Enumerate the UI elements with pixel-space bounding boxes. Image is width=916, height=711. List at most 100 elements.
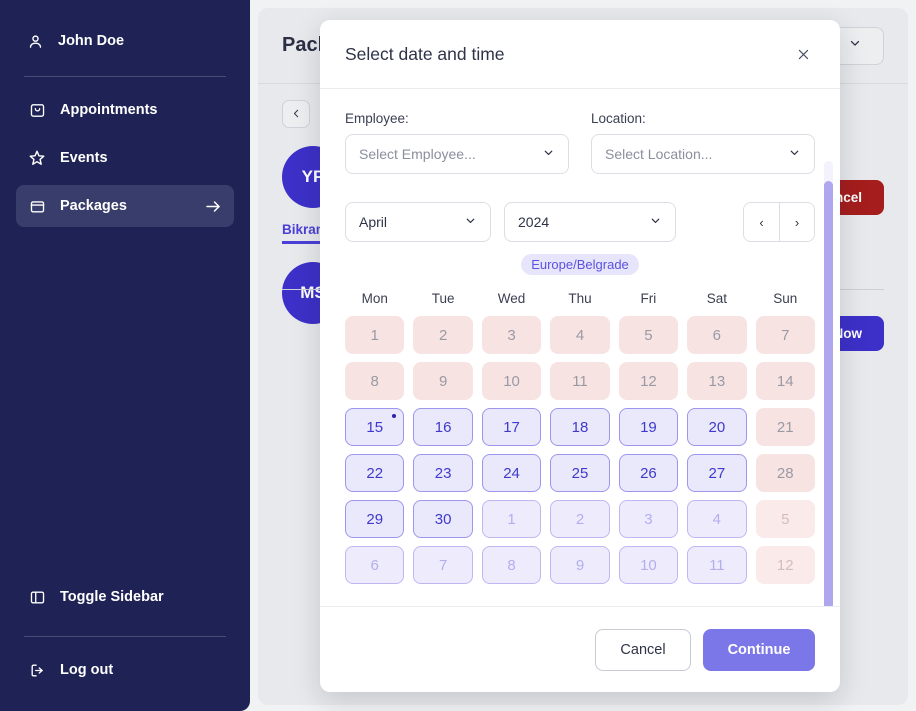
calendar-day[interactable]: 16 bbox=[413, 408, 472, 446]
sidebar-item-events[interactable]: Events bbox=[16, 137, 234, 179]
calendar-day[interactable]: 23 bbox=[413, 454, 472, 492]
calendar-day-number: 23 bbox=[435, 465, 452, 482]
calendar-day-number: 29 bbox=[366, 511, 383, 528]
calendar-day-number: 5 bbox=[644, 327, 652, 344]
calendar-day[interactable]: 17 bbox=[482, 408, 541, 446]
calendar-day: 7 bbox=[756, 316, 815, 354]
modal-title: Select date and time bbox=[345, 44, 505, 65]
calendar-day-number: 26 bbox=[640, 465, 657, 482]
month-arrows: ‹ › bbox=[743, 202, 815, 242]
year-select[interactable]: 2024 bbox=[504, 202, 676, 242]
calendar-day-number: 27 bbox=[709, 465, 726, 482]
calendar-day: 5 bbox=[619, 316, 678, 354]
sidebar-item-logout[interactable]: Log out bbox=[16, 649, 234, 691]
chevron-down-icon bbox=[848, 36, 862, 55]
calendar-day: 12 bbox=[619, 362, 678, 400]
calendar-day[interactable]: 29 bbox=[345, 500, 404, 538]
appointments-icon bbox=[28, 101, 46, 119]
calendar-day-number: 8 bbox=[507, 557, 515, 574]
sidebar-item-label: Appointments bbox=[60, 102, 157, 118]
calendar-day-number: 11 bbox=[709, 557, 725, 574]
calendar-day-number: 1 bbox=[371, 327, 379, 344]
calendar-day[interactable]: 22 bbox=[345, 454, 404, 492]
sidebar-item-toggle-sidebar[interactable]: Toggle Sidebar bbox=[16, 576, 234, 618]
calendar-day-number: 7 bbox=[439, 557, 447, 574]
calendar-weekday: Mon bbox=[345, 291, 404, 308]
cancel-button[interactable]: Cancel bbox=[595, 629, 691, 671]
calendar-day: 4 bbox=[550, 316, 609, 354]
modal-scrollbar[interactable] bbox=[824, 161, 833, 606]
calendar-days-grid: 1234567891011121314151617181920212223242… bbox=[345, 316, 815, 584]
calendar-day[interactable]: 1 bbox=[482, 500, 541, 538]
calendar-day[interactable]: 30 bbox=[413, 500, 472, 538]
calendar-day[interactable]: 10 bbox=[619, 546, 678, 584]
sidebar: John Doe Appointments Events Packages bbox=[0, 0, 250, 711]
prev-page-button[interactable] bbox=[282, 100, 310, 128]
employee-label: Employee: bbox=[345, 111, 569, 126]
calendar-day: 14 bbox=[756, 362, 815, 400]
chevron-down-icon bbox=[464, 214, 477, 230]
calendar-day[interactable]: 15 bbox=[345, 408, 404, 446]
calendar-day[interactable]: 3 bbox=[619, 500, 678, 538]
calendar-weekday-header: MonTueWedThuFriSatSun bbox=[345, 291, 815, 308]
calendar-weekday: Sun bbox=[756, 291, 815, 308]
calendar-day[interactable]: 19 bbox=[619, 408, 678, 446]
modal-scrollbar-thumb[interactable] bbox=[824, 181, 833, 606]
chevron-down-icon bbox=[649, 214, 662, 230]
continue-button[interactable]: Continue bbox=[703, 629, 815, 671]
calendar-day[interactable]: 8 bbox=[482, 546, 541, 584]
sidebar-user-name: John Doe bbox=[58, 33, 124, 49]
calendar-day[interactable]: 27 bbox=[687, 454, 746, 492]
calendar-day[interactable]: 6 bbox=[345, 546, 404, 584]
arrow-right-icon bbox=[204, 197, 222, 215]
calendar-day-number: 10 bbox=[640, 557, 657, 574]
employee-select-value: Select Employee... bbox=[359, 146, 476, 162]
calendar-day-number: 9 bbox=[576, 557, 584, 574]
sidebar-item-label: Log out bbox=[60, 662, 113, 678]
employee-field: Employee: Select Employee... bbox=[345, 111, 569, 174]
calendar-day: 28 bbox=[756, 454, 815, 492]
chevron-down-icon bbox=[542, 146, 555, 162]
previous-month-button[interactable]: ‹ bbox=[744, 203, 779, 241]
calendar-weekday: Wed bbox=[482, 291, 541, 308]
next-month-button[interactable]: › bbox=[779, 203, 814, 241]
calendar-weekday: Thu bbox=[550, 291, 609, 308]
calendar-day-number: 28 bbox=[777, 465, 794, 482]
timezone-row: Europe/Belgrade bbox=[345, 254, 815, 275]
sidebar-divider-bottom bbox=[24, 636, 226, 637]
calendar-day: 5 bbox=[756, 500, 815, 538]
calendar-day-number: 13 bbox=[709, 373, 726, 390]
calendar-day[interactable]: 26 bbox=[619, 454, 678, 492]
calendar-day-number: 8 bbox=[371, 373, 379, 390]
calendar-day[interactable]: 20 bbox=[687, 408, 746, 446]
star-icon bbox=[28, 149, 46, 167]
sidebar-item-label: Toggle Sidebar bbox=[60, 589, 164, 605]
month-select-value: April bbox=[359, 214, 387, 230]
close-icon[interactable] bbox=[791, 42, 815, 66]
modal-footer: Cancel Continue bbox=[320, 606, 840, 692]
calendar-day[interactable]: 11 bbox=[687, 546, 746, 584]
year-select-value: 2024 bbox=[518, 214, 549, 230]
sidebar-item-appointments[interactable]: Appointments bbox=[16, 89, 234, 131]
sidebar-item-packages[interactable]: Packages bbox=[16, 185, 234, 227]
sidebar-divider-top bbox=[24, 76, 226, 77]
employee-select[interactable]: Select Employee... bbox=[345, 134, 569, 174]
sidebar-user[interactable]: John Doe bbox=[16, 18, 234, 64]
calendar-day-number: 2 bbox=[439, 327, 447, 344]
calendar-day-number: 4 bbox=[713, 511, 721, 528]
sidebar-item-label: Packages bbox=[60, 198, 127, 214]
calendar-day[interactable]: 4 bbox=[687, 500, 746, 538]
calendar-day-number: 10 bbox=[503, 373, 520, 390]
calendar-day[interactable]: 25 bbox=[550, 454, 609, 492]
location-select[interactable]: Select Location... bbox=[591, 134, 815, 174]
calendar-day-number: 12 bbox=[640, 373, 657, 390]
calendar-day: 10 bbox=[482, 362, 541, 400]
calendar-day[interactable]: 7 bbox=[413, 546, 472, 584]
calendar-day-number: 20 bbox=[709, 419, 726, 436]
calendar-day[interactable]: 24 bbox=[482, 454, 541, 492]
month-select[interactable]: April bbox=[345, 202, 491, 242]
calendar-day[interactable]: 2 bbox=[550, 500, 609, 538]
calendar-day[interactable]: 18 bbox=[550, 408, 609, 446]
user-icon bbox=[26, 32, 44, 50]
calendar-day[interactable]: 9 bbox=[550, 546, 609, 584]
